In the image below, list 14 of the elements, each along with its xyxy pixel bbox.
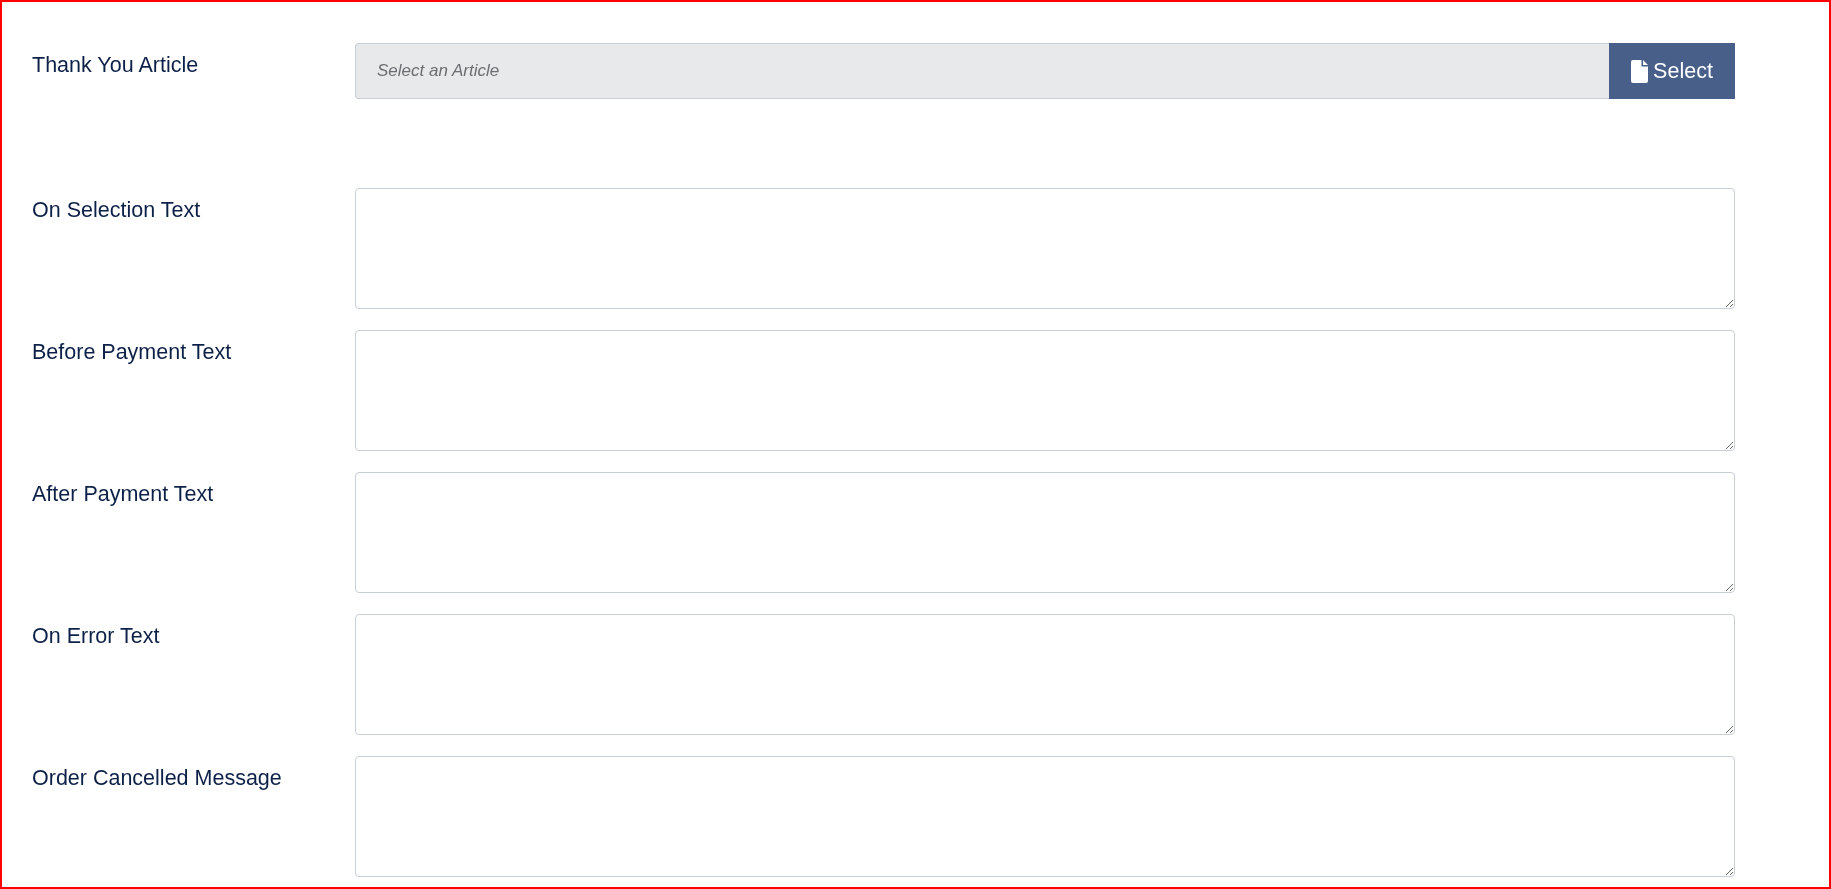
file-icon xyxy=(1631,59,1649,83)
text-area[interactable] xyxy=(355,188,1735,309)
field-label: Thank You Article xyxy=(32,52,199,78)
article-input[interactable]: Select an Article xyxy=(355,43,1609,99)
text-area[interactable] xyxy=(355,472,1735,593)
select-button[interactable]: Select xyxy=(1609,43,1735,99)
field-label: Before Payment Text xyxy=(32,339,232,365)
field-label: On Selection Text xyxy=(32,197,201,223)
text-area[interactable] xyxy=(355,756,1735,877)
text-area[interactable] xyxy=(355,330,1735,451)
text-area[interactable] xyxy=(355,614,1735,735)
field-label: Order Cancelled Message xyxy=(32,765,282,791)
field-label: After Payment Text xyxy=(32,481,214,507)
field-label: On Error Text xyxy=(32,623,160,649)
